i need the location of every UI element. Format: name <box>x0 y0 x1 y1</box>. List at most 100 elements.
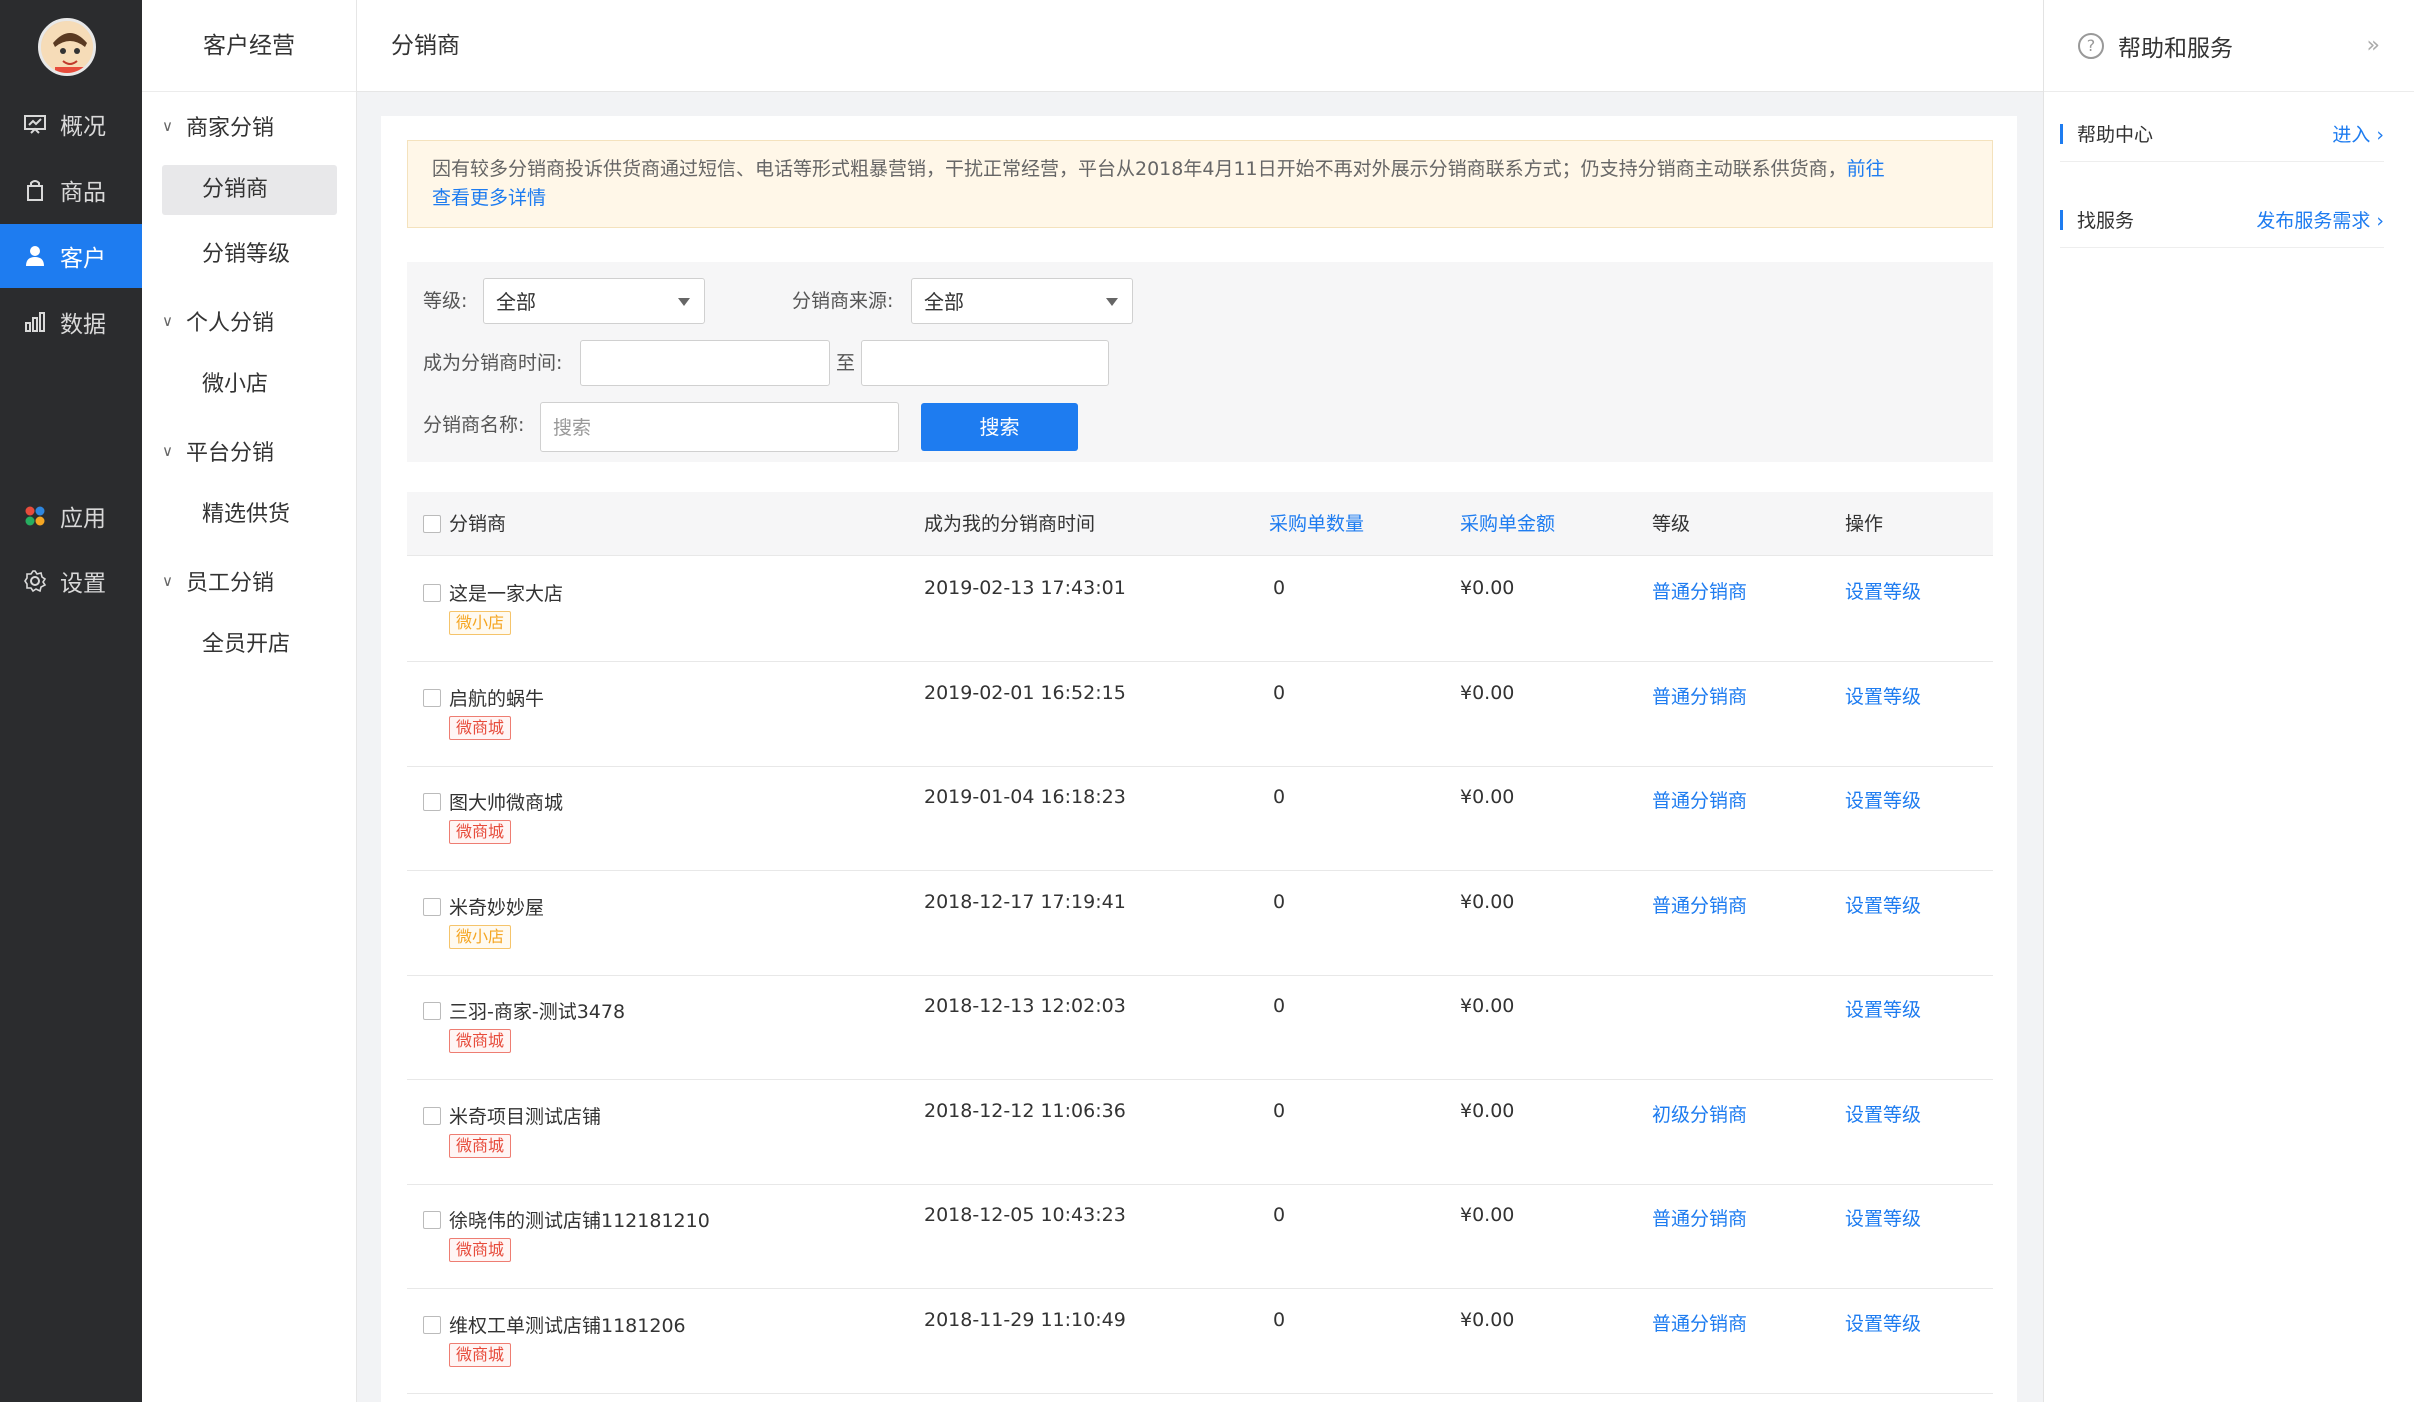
row-checkbox[interactable] <box>423 688 441 707</box>
level-link[interactable]: 初级分销商 <box>1652 1100 1747 1127</box>
level-select[interactable]: 全部 <box>483 278 705 324</box>
subnav-item-micro-shop[interactable]: 微小店 <box>162 360 337 410</box>
help-row-label: 帮助中心 <box>2077 124 2154 146</box>
col-amount-sort[interactable]: 采购单金额 <box>1460 492 1555 556</box>
order-amount: ¥0.00 <box>1460 577 1515 599</box>
source-select-value: 全部 <box>924 290 964 314</box>
level-link[interactable]: 普通分销商 <box>1652 1204 1747 1231</box>
level-link[interactable]: 普通分销商 <box>1652 682 1747 709</box>
nav-item-goods[interactable]: 商品 <box>0 158 142 222</box>
subnav-item-distributor[interactable]: 分销商 <box>162 165 337 215</box>
set-level-link[interactable]: 设置等级 <box>1845 1309 1921 1336</box>
row-checkbox[interactable] <box>423 1106 441 1125</box>
subnav-group-label: 个人分销 <box>186 311 275 336</box>
level-select-value: 全部 <box>496 290 536 314</box>
order-amount: ¥0.00 <box>1460 1308 1515 1331</box>
store-type-badge: 微小店 <box>449 611 512 635</box>
table-row: 米奇妙妙屋 微小店 2018-12-17 17:19:41 0 ¥0.00 普通分销商 设置… <box>407 871 1993 976</box>
col-name: 分销商 <box>449 513 507 535</box>
gear-icon <box>22 568 48 594</box>
chevron-down-icon: ∨ <box>162 117 173 135</box>
accent-bar <box>2060 209 2063 230</box>
level-link[interactable]: 普通分销商 <box>1652 891 1747 918</box>
distributor-name: 米奇项目测试店铺 <box>449 1105 602 1128</box>
subnav-item-selected-supply[interactable]: 精选供货 <box>162 490 337 540</box>
publish-service-link[interactable]: 发布服务需求 › <box>2256 206 2384 233</box>
notice-link-details[interactable]: 查看更多详情 <box>432 187 546 209</box>
set-level-link[interactable]: 设置等级 <box>1845 995 1921 1022</box>
table-row: 徐晓伟的测试店铺112181210 微商城 2018-12-05 10:43:23 0… <box>407 1184 1993 1289</box>
help-header: ? 帮助和服务 » <box>2044 0 2414 92</box>
collapse-icon[interactable]: » <box>2367 33 2380 58</box>
subnav-group-personal[interactable]: ∨ 个人分销 <box>162 305 274 337</box>
level-link[interactable]: 普通分销商 <box>1652 786 1747 813</box>
distributor-name: 三羽-商家-测试3478 <box>449 1001 626 1023</box>
bag-icon <box>22 177 48 203</box>
col-count-sort[interactable]: 采购单数量 <box>1269 492 1364 556</box>
distributor-name: 启航的蜗牛 <box>449 687 545 710</box>
order-count: 0 <box>1273 1099 1286 1122</box>
join-time: 2019-01-04 16:18:23 <box>924 786 1126 808</box>
level-link[interactable]: 普通分销商 <box>1652 1309 1747 1336</box>
row-checkbox[interactable] <box>423 1002 441 1020</box>
row-checkbox[interactable] <box>423 584 441 602</box>
distributor-name: 米奇妙妙屋 <box>449 896 545 919</box>
subnav-group-platform[interactable]: ∨ 平台分销 <box>162 435 274 467</box>
avatar[interactable] <box>38 18 96 76</box>
nav-item-settings[interactable]: 设置 <box>0 549 142 613</box>
store-type-badge: 微商城 <box>449 1342 512 1367</box>
help-row-center: 帮助中心 进入 › <box>2060 106 2384 162</box>
subnav-group-label: 商家分销 <box>186 116 275 141</box>
table-row: 启航的蜗牛 微商城 2019-02-01 16:52:15 0 ¥0.00 普通分销商 设置… <box>407 662 1993 767</box>
subnav-group-merchant[interactable]: ∨ 商家分销 <box>162 110 274 142</box>
row-checkbox[interactable] <box>423 897 441 916</box>
nav-label: 客户 <box>60 246 106 272</box>
page-header: 分销商 <box>357 0 2043 92</box>
join-time: 2018-12-17 17:19:41 <box>924 890 1126 913</box>
distributor-name: 徐晓伟的测试店铺112181210 <box>449 1210 710 1232</box>
help-title: 帮助和服务 <box>2118 35 2233 62</box>
set-level-link[interactable]: 设置等级 <box>1845 1204 1921 1231</box>
level-label: 等级: <box>423 290 468 312</box>
start-date-input[interactable] <box>580 340 830 386</box>
time-separator: 至 <box>836 352 856 374</box>
search-input[interactable]: 搜索 <box>540 402 899 452</box>
distributor-name: 维权工单测试店铺1181206 <box>449 1314 686 1337</box>
level-link[interactable]: 普通分销商 <box>1652 577 1747 604</box>
help-panel: ? 帮助和服务 » 帮助中心 进入 › 找服务 发布服务需求 › <box>2043 0 2414 1402</box>
set-level-link[interactable]: 设置等级 <box>1845 891 1921 918</box>
join-time: 2019-02-01 16:52:15 <box>924 681 1126 704</box>
nav-label: 设置 <box>60 571 106 597</box>
notice-link-goto[interactable]: 前往 <box>1847 158 1885 180</box>
order-amount: ¥0.00 <box>1460 1099 1515 1122</box>
subnav-group-label: 平台分销 <box>186 441 275 466</box>
set-level-link[interactable]: 设置等级 <box>1845 786 1921 813</box>
row-checkbox[interactable] <box>423 1315 441 1334</box>
subnav-group-staff[interactable]: ∨ 员工分销 <box>162 565 274 597</box>
row-checkbox[interactable] <box>423 1211 441 1229</box>
set-level-link[interactable]: 设置等级 <box>1845 682 1921 709</box>
nav-item-overview[interactable]: 概况 <box>0 92 142 156</box>
nav-item-data[interactable]: 数据 <box>0 290 142 354</box>
distributor-name: 这是一家大店 <box>449 583 564 605</box>
subnav-item-distributor-level[interactable]: 分销等级 <box>162 230 337 280</box>
subnav-item-all-staff-shop[interactable]: 全员开店 <box>162 620 337 670</box>
nav-label: 应用 <box>60 506 106 532</box>
time-label: 成为分销商时间: <box>423 352 563 374</box>
page-title: 分销商 <box>391 33 460 59</box>
row-checkbox[interactable] <box>423 793 441 811</box>
caret-down-icon <box>1106 298 1118 306</box>
search-placeholder: 搜索 <box>553 417 592 439</box>
source-select[interactable]: 全部 <box>911 278 1133 324</box>
search-button[interactable]: 搜索 <box>921 403 1078 451</box>
chevron-down-icon: ∨ <box>162 312 173 330</box>
set-level-link[interactable]: 设置等级 <box>1845 1100 1921 1127</box>
set-level-link[interactable]: 设置等级 <box>1845 577 1921 604</box>
help-row-label: 找服务 <box>2077 210 2135 232</box>
user-icon <box>22 243 48 269</box>
nav-item-apps[interactable]: 应用 <box>0 484 142 548</box>
end-date-input[interactable] <box>861 340 1109 386</box>
nav-item-customer[interactable]: 客户 <box>0 224 142 288</box>
help-center-link[interactable]: 进入 › <box>2332 120 2384 147</box>
select-all-checkbox[interactable] <box>423 515 441 533</box>
